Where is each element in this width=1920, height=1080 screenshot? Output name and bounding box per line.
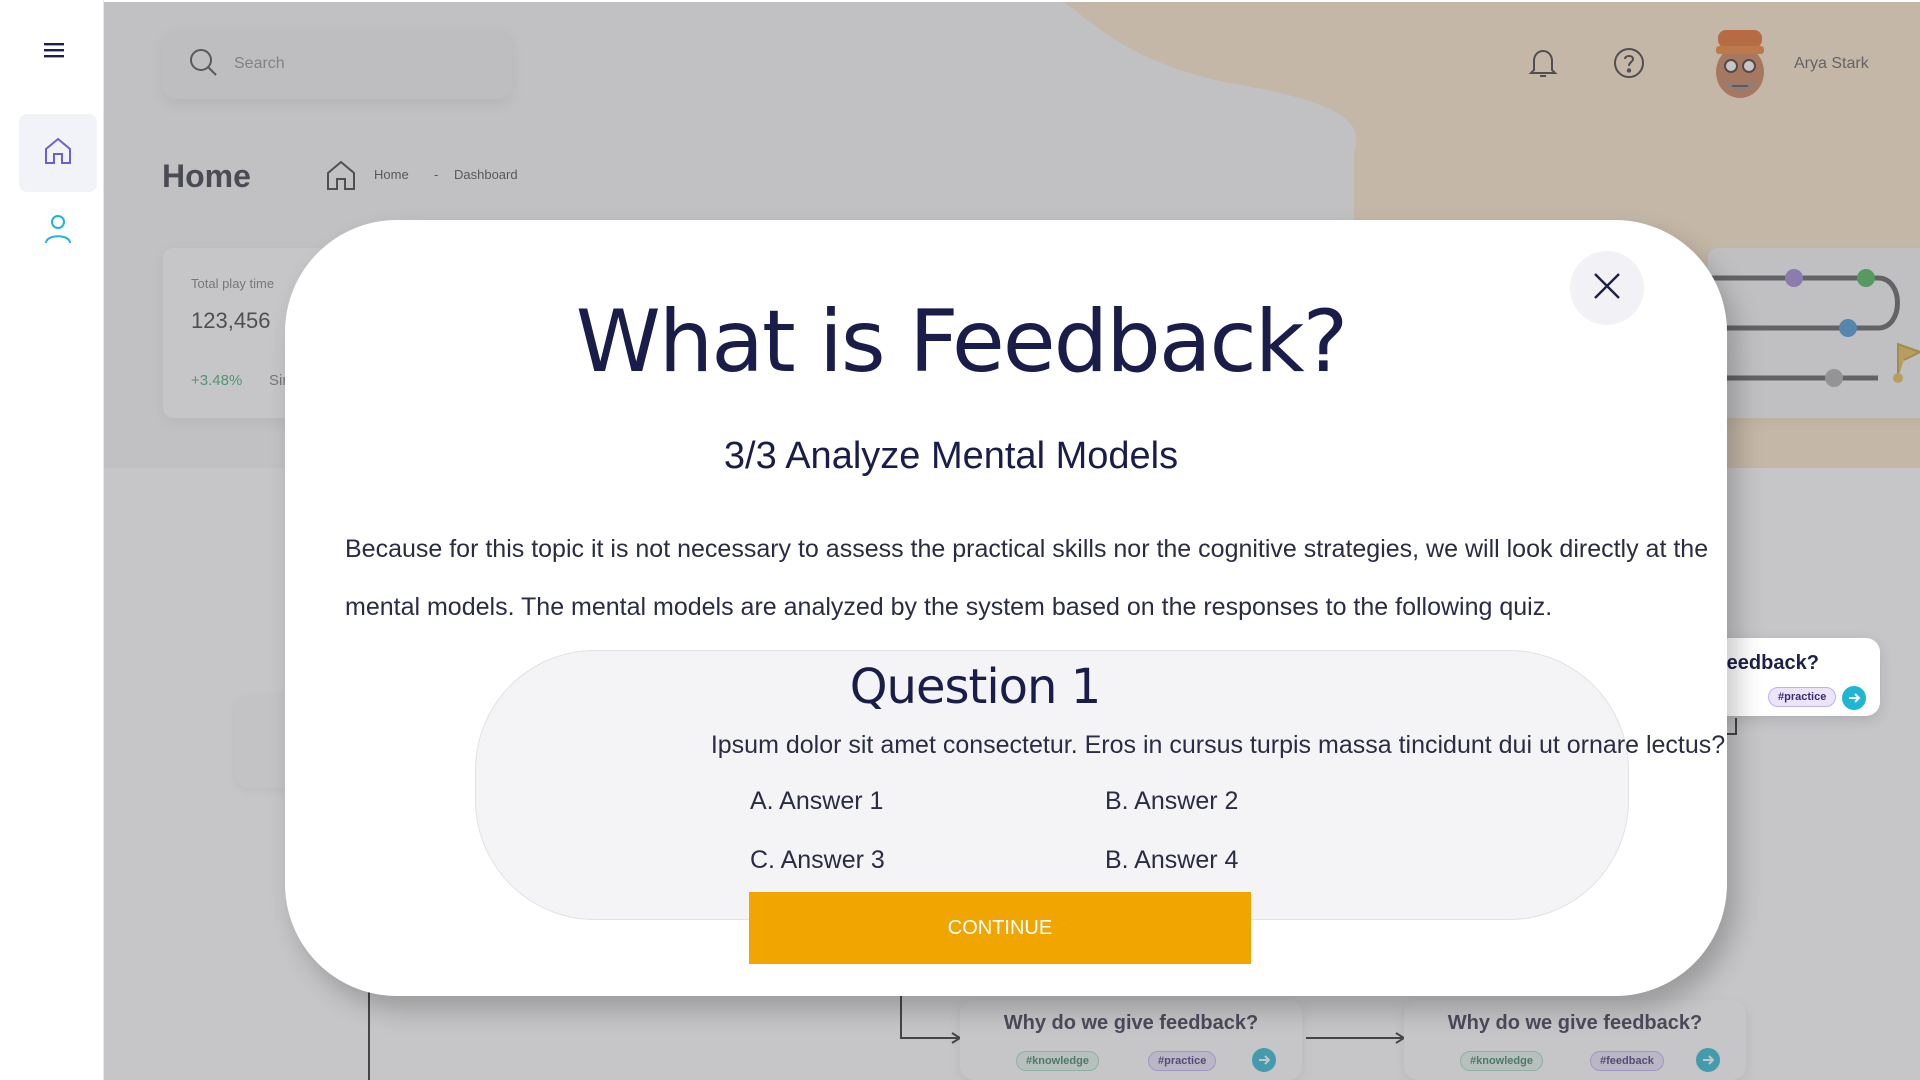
hamburger-menu-icon[interactable] (40, 36, 68, 64)
path-node-highlighted[interactable]: feedback? #practice (1700, 638, 1880, 716)
tag-knowledge: #knowledge (1460, 1051, 1543, 1071)
node-title: Why do we give feedback? (1447, 1012, 1703, 1034)
arrow-right-icon[interactable] (1696, 1048, 1720, 1072)
answer-option-d[interactable]: B. Answer 4 (1105, 846, 1238, 875)
tag-feedback: #feedback (1590, 1051, 1664, 1071)
user-icon (43, 213, 73, 250)
tag-knowledge: #knowledge (1016, 1051, 1099, 1071)
sidebar-item-profile[interactable] (19, 192, 97, 270)
tag-practice: #practice (1768, 687, 1837, 707)
quiz-card: Question 1 Ipsum dolor sit amet consecte… (475, 650, 1725, 920)
continue-button[interactable]: CONTINUE (749, 892, 1251, 964)
tag-practice: #practice (1148, 1051, 1217, 1071)
question-title: Question 1 (849, 659, 1101, 715)
node-title: Why do we give feedback? (1003, 1012, 1259, 1034)
answer-option-b[interactable]: B. Answer 2 (1105, 787, 1238, 816)
feedback-modal: What is Feedback? 3/3 Analyze Mental Mod… (285, 220, 1727, 996)
arrow-right-icon[interactable] (1252, 1048, 1276, 1072)
question-text: Ipsum dolor sit amet consectetur. Eros i… (710, 731, 1726, 759)
node-title: feedback? (1720, 652, 1819, 674)
sidebar-item-home[interactable] (19, 114, 97, 192)
home-icon (42, 135, 74, 172)
arrow-right-icon[interactable] (1842, 686, 1866, 710)
modal-subtitle: 3/3 Analyze Mental Models (723, 435, 1179, 477)
modal-description: Because for this topic it is not necessa… (345, 535, 1709, 621)
answer-option-a[interactable]: A. Answer 1 (750, 787, 883, 816)
modal-title: What is Feedback? (575, 292, 1349, 392)
path-node[interactable]: Why do we give feedback? #knowledge #pra… (960, 1000, 1302, 1080)
sidebar (0, 0, 104, 1080)
path-node[interactable]: Why do we give feedback? #knowledge #fee… (1404, 1000, 1746, 1080)
answer-option-c[interactable]: C. Answer 3 (750, 846, 885, 875)
